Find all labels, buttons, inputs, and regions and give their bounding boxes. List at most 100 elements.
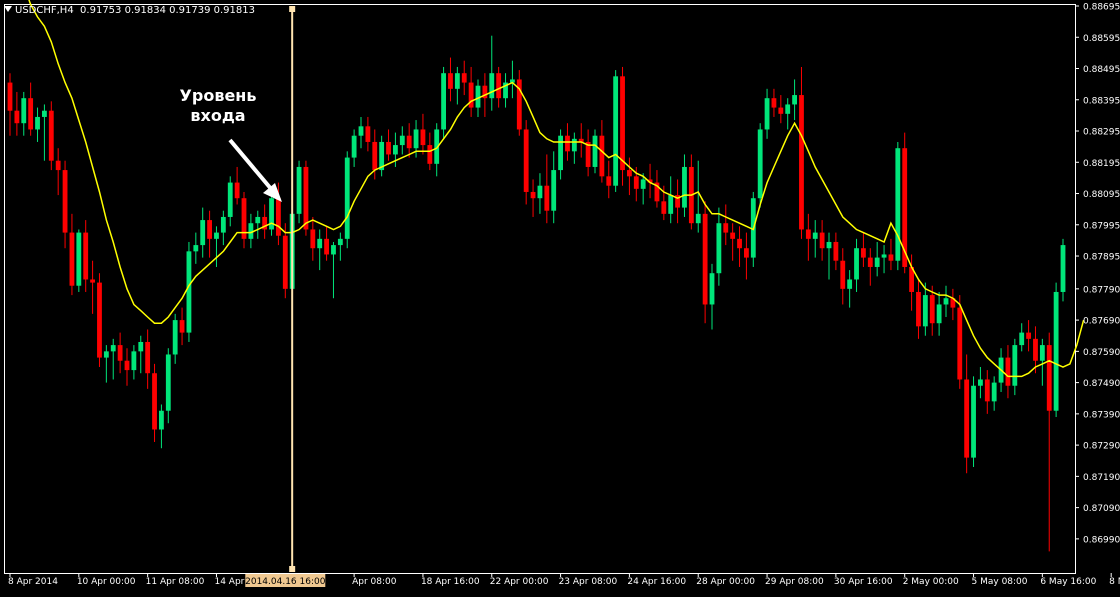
candle-body (165, 354, 171, 411)
candle-body (386, 141, 391, 155)
candle-body (633, 176, 639, 189)
candle-body (840, 260, 846, 289)
chart-area[interactable]: 0.88695 0.88595 0.88495 0.88395 0.88295 0.881… (0, 0, 1120, 593)
candle-body (895, 148, 901, 261)
candle-body (805, 229, 811, 239)
candle-body (881, 254, 887, 258)
candle-body (812, 232, 818, 239)
candle (1060, 238, 1066, 302)
y-tick-label: 0.87290 (1083, 442, 1120, 452)
symbol-info-bar[interactable]: USDCHF,H4 0.91753 0.91834 0.91739 0.9181… (4, 4, 255, 18)
y-tick-label: 0.88295 (1083, 128, 1120, 138)
candle-body (957, 307, 963, 380)
candle-body (613, 76, 619, 186)
candle-body (640, 179, 646, 189)
candle-body (413, 129, 419, 149)
candle-body (558, 135, 563, 171)
candlestick-chart[interactable]: 0.88695 0.88595 0.88495 0.88395 0.88295 0.881… (0, 0, 1120, 593)
x-tick-label: 2 May 00:00 (903, 577, 959, 587)
candle-body (668, 195, 674, 214)
candle-body (303, 166, 309, 230)
candle-body (1060, 245, 1066, 292)
candle-body (234, 182, 240, 199)
entry-level-label-line2: входа (190, 106, 246, 125)
candle-body (248, 223, 254, 239)
candle-body (496, 73, 502, 99)
candle-body (1033, 338, 1038, 361)
candle-body (1005, 357, 1011, 386)
candle-body (454, 73, 460, 89)
candle-body (117, 345, 123, 361)
y-tick-label: 0.87790 (1083, 285, 1120, 295)
candle (523, 120, 529, 205)
candle-body (372, 141, 378, 171)
y-tick-label: 0.87390 (1083, 410, 1120, 420)
collapse-triangle-icon[interactable] (4, 6, 12, 12)
candle-body (207, 220, 212, 239)
candle-body (819, 232, 825, 249)
candle-body (785, 104, 791, 114)
candle-body (393, 145, 398, 155)
candle-body (737, 238, 742, 249)
candle-body (441, 73, 446, 130)
candle-body (1053, 291, 1059, 411)
candle-body (14, 110, 20, 124)
candle-body (1026, 332, 1031, 339)
candle-body (193, 245, 199, 252)
y-tick-label: 0.88695 (1083, 3, 1120, 13)
y-tick-label: 0.88495 (1083, 65, 1120, 75)
candle-body (826, 241, 832, 249)
x-tick-label: 24 Apr 16:00 (627, 577, 686, 587)
x-tick-label: Apr 08:00 (352, 577, 397, 587)
x-tick-label: 8 May 00:00 (1109, 577, 1120, 587)
candle-body (778, 107, 784, 114)
candle (269, 191, 274, 236)
candle-body (764, 98, 770, 130)
candle-body (35, 116, 40, 130)
candle-body (179, 320, 185, 333)
y-tick-label: 0.87090 (1083, 504, 1120, 514)
candle-body (929, 295, 935, 324)
candle-body (296, 166, 302, 214)
candle-body (544, 185, 550, 211)
candle-body (1012, 345, 1018, 386)
candle-body (420, 129, 426, 146)
candle-body (255, 216, 261, 224)
y-tick-label: 0.87590 (1083, 348, 1120, 358)
x-tick-label: 28 Apr 00:00 (696, 577, 755, 587)
candle-body (324, 238, 329, 255)
candle-body (551, 170, 557, 211)
candle-body (48, 110, 54, 161)
x-tick-label: 6 May 16:00 (1040, 577, 1096, 587)
candle-body (964, 379, 970, 458)
y-tick-label: 0.88395 (1083, 96, 1120, 106)
candle-body (916, 291, 921, 327)
candle-body (351, 135, 357, 158)
x-tick-label: 30 Apr 16:00 (834, 577, 893, 587)
candle-body (90, 279, 95, 283)
candle-body (186, 251, 192, 333)
candle (620, 66, 625, 186)
candle (1053, 282, 1059, 417)
candle-body (406, 135, 412, 149)
x-tick-label: 18 Apr 16:00 (421, 577, 480, 587)
x-tick-label: 22 Apr 00:00 (490, 577, 549, 587)
candle-body (537, 185, 543, 199)
candle-body (716, 223, 722, 274)
candle-body (1039, 345, 1045, 361)
candle-body (42, 110, 47, 117)
candle-body (523, 129, 529, 192)
candle-body (365, 126, 371, 142)
candle-body (62, 170, 68, 233)
candle-body (723, 223, 729, 233)
candle-body (1046, 345, 1052, 411)
candle-body (620, 76, 625, 171)
candle (613, 70, 619, 192)
entry-line-handle-bottom[interactable] (289, 566, 296, 572)
candle-body (152, 373, 157, 430)
candle-body (427, 145, 433, 164)
candle-body (55, 160, 61, 171)
candle-body (399, 135, 405, 146)
candle-body (943, 298, 949, 305)
entry-line-handle-top[interactable] (289, 6, 296, 12)
